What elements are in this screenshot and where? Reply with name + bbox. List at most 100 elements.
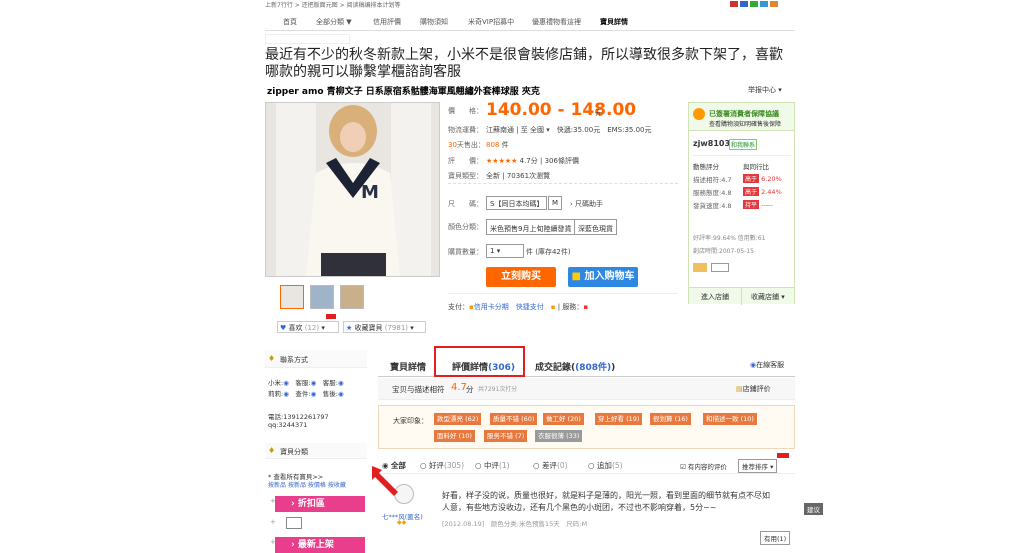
price-value: 140.00 - 148.00: [486, 100, 637, 120]
nav-gifts[interactable]: 優惠禮物看這裡: [532, 17, 581, 27]
buy-now-button[interactable]: 立刻购买: [486, 267, 556, 287]
impression-tag[interactable]: 很划算 (16): [650, 413, 691, 425]
helpful-button[interactable]: 有用(1): [760, 531, 791, 545]
qq-number: qq:3244371: [268, 421, 308, 429]
svg-text:M: M: [361, 182, 379, 203]
share-icons[interactable]: [690, 0, 795, 7]
price-unit: 元: [595, 109, 602, 117]
filter-bad[interactable]: ○ 差评(0): [533, 460, 568, 471]
size-option-s[interactable]: S【同日本均碼】: [486, 196, 548, 210]
nav-home[interactable]: 首頁: [283, 17, 297, 27]
nav-categories[interactable]: 全部分類 ▼: [316, 17, 352, 27]
shop-rating-link[interactable]: ▤店鋪評价: [736, 384, 771, 394]
filter-add[interactable]: ○ 追加(5): [588, 460, 623, 471]
product-title: zipper amo 青柳文子 日系原宿系骷髏海軍風翹繡外套棒球服 夾克: [267, 87, 540, 97]
sort-select[interactable]: 推荐排序 ▾: [738, 459, 778, 473]
rating-summary[interactable]: ★★★★★ 4.7分 | 306條評價: [486, 156, 579, 166]
category-thumb[interactable]: [286, 517, 302, 529]
impression-tag[interactable]: 质量不错 (60): [490, 413, 538, 425]
favorite-button[interactable]: ★ 收藏寶貝 (7981) ▾: [343, 321, 426, 333]
impression-tag[interactable]: 面料好 (10): [434, 430, 475, 442]
shipping-label: 物流運費：: [448, 126, 483, 134]
contact-row-1[interactable]: 小米:◉ 客服:◉ 客服:◉: [268, 377, 368, 387]
thumbnail-2[interactable]: [310, 285, 334, 309]
protection-header: 已簽署消費者保障協議 查看購物須知明確售後保障: [689, 103, 794, 131]
red-arrow-icon: [372, 466, 398, 496]
cart-icon: ■: [571, 271, 581, 282]
impression-tag[interactable]: 和描述一致 (10): [703, 413, 757, 425]
product-main-image[interactable]: M: [265, 102, 440, 277]
tab-deals[interactable]: 成交記錄((808件)): [535, 360, 615, 373]
payment-info: 支付：▪信用卡分期 快捷支付 ▪ | 服務：▪: [448, 303, 589, 311]
shipping-info: 江蘇南通 | 至 全國 ▾ 快遞:35.00元 EMS:35.00元: [486, 126, 652, 134]
shield-icon: [693, 108, 705, 120]
size-helper-link[interactable]: › 尺碼助手: [570, 199, 603, 209]
category-discount[interactable]: › 折扣區: [275, 496, 365, 512]
shop-created: 創店時間:2007-05-15: [693, 248, 754, 255]
impression-tag[interactable]: 款型漂亮 (62): [434, 413, 482, 425]
tree-toggle-2[interactable]: +: [270, 518, 276, 526]
color-option-beige[interactable]: 米色預售9月上旬陸續發貨: [486, 219, 576, 235]
add-to-cart-button[interactable]: ■ 加入购物车: [568, 267, 638, 287]
jacket-photo: M: [266, 103, 439, 276]
nav-credit[interactable]: 信用評價: [373, 17, 401, 27]
metric-desc-compare: 高于 6.20%: [743, 174, 782, 183]
protect-subtitle[interactable]: 查看購物須知明確售後保障: [709, 119, 781, 128]
metric-service-compare: 高于 2.44%: [743, 187, 782, 196]
qty-input[interactable]: 1 ▾: [486, 244, 524, 258]
seller-name[interactable]: zjw8103: [693, 139, 730, 148]
top-nav: 首頁 全部分類 ▼ 信用評價 購物須知 米奇VIP招募中 優惠禮物看這裡 寶貝詳…: [265, 15, 795, 31]
like-button[interactable]: ♥ 喜欢 (12) ▾: [277, 321, 339, 333]
star-icon: ★: [346, 324, 353, 332]
thumbnail-1[interactable]: [280, 285, 304, 309]
size-option-m[interactable]: M: [548, 196, 563, 210]
compare-header: 與同行比: [743, 163, 769, 171]
review-text: 好看，样子没的说，质量也很好，就是料子是薄的，阳光一照，看到里面的细节就有点不尽…: [442, 491, 770, 512]
search-strip: [265, 34, 350, 44]
metric-desc: 描述相符:4.7: [693, 176, 732, 184]
online-service-link[interactable]: ◉在線客服: [750, 360, 784, 370]
sold-label: 30天售出：: [448, 141, 485, 149]
review-filters: ◉ 全部 ○ 好评(305) ○ 中评(1) ○ 差评(0) ○ 追加(5) ☑…: [378, 456, 795, 474]
tab-reviews-label: 評價詳情(306): [452, 363, 516, 373]
impression-tag[interactable]: 服务不错 (7): [484, 430, 528, 442]
divider: [448, 183, 678, 184]
condition-value: 全新 | 70361次瀏覽: [486, 172, 551, 180]
thumbnail-3[interactable]: [340, 285, 364, 309]
hot-badge: [326, 314, 336, 319]
stock-info: 件 (庫存42件): [526, 248, 571, 256]
color-option-navy[interactable]: 深藍色現貨: [574, 219, 617, 235]
nav-notice[interactable]: 購物須知: [420, 17, 448, 27]
filter-good[interactable]: ○ 好评(305): [420, 460, 464, 471]
nav-detail[interactable]: 寶貝詳情: [600, 17, 628, 27]
sort-links[interactable]: 按新品 按新品 按價格 按收藏: [268, 480, 346, 489]
condition-label: 寶貝類型：: [448, 172, 483, 180]
tab-detail[interactable]: 寶貝詳情: [390, 360, 426, 373]
tab-reviews[interactable]: 評價詳情(306): [434, 346, 525, 377]
tree-toggle-1[interactable]: +: [270, 497, 276, 505]
protect-title[interactable]: 已簽署消費者保障協議: [709, 109, 779, 119]
metric-shipping: 發貨速度:4.8: [693, 202, 732, 210]
nav-vip[interactable]: 米奇VIP招募中: [468, 17, 514, 27]
tree-toggle-3[interactable]: +: [270, 538, 276, 546]
breadcrumb: 上新7行行 > 还把版面元图 > 阅读稿编排本计划等: [265, 2, 401, 9]
impression-tag[interactable]: 衣服很薄 (33): [535, 430, 583, 442]
favorite-shop-link[interactable]: 收藏店鋪 ▾: [751, 292, 785, 302]
enter-shop-link[interactable]: 進入店鋪: [701, 292, 729, 302]
report-link[interactable]: 举报中心 ▾: [748, 85, 782, 95]
contact-badge[interactable]: 和我聯系: [729, 139, 758, 150]
new-badge: [777, 453, 789, 458]
has-content-checkbox[interactable]: ☑ 有内容的评价: [680, 461, 727, 471]
filter-mid[interactable]: ○ 中评(1): [475, 460, 510, 471]
review-meta: [2012.08.19] 颜色分类:米色预售15天 尺码:M: [442, 520, 588, 528]
im-icon[interactable]: [711, 263, 729, 272]
price-label: 價 格：: [448, 107, 483, 115]
contact-row-2[interactable]: 莉莉:◉ 查件:◉ 售後:◉: [268, 388, 368, 398]
impression-tag[interactable]: 做工好 (20): [543, 413, 584, 425]
shop-banner: 最近有不少的秋冬新款上架，小米不是很會裝修店鋪，所以導致很多款下架了，喜歡哪款的…: [265, 47, 783, 80]
feedback-button[interactable]: 建议: [804, 503, 823, 515]
contact-header: ♦ 聯系方式: [265, 350, 367, 368]
bell-icon: ♦: [268, 354, 276, 363]
impression-tag[interactable]: 穿上好看 (19): [595, 413, 643, 425]
category-header: ♦ 寶貝分類: [265, 443, 367, 459]
